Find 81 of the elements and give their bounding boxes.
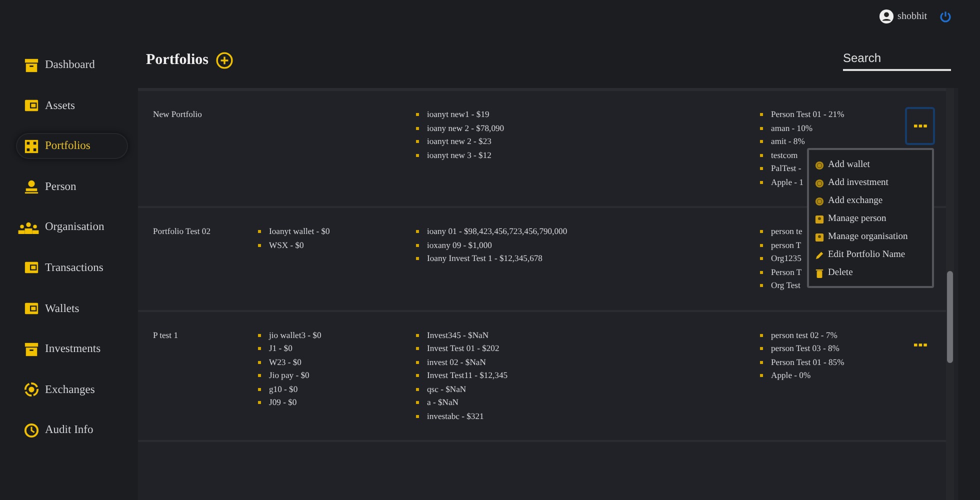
investment-entry: Ioany Invest Test 1 - $12,345,678 xyxy=(427,252,542,265)
sidebar-item[interactable]: Assets xyxy=(16,92,128,119)
wallet-icon xyxy=(24,98,39,114)
sidebar-item[interactable]: Wallets xyxy=(16,296,128,322)
portfolio-name: P test 1 xyxy=(153,330,178,340)
person-share-entry: person T xyxy=(771,238,802,252)
wallet-entry: Jio pay - $0 xyxy=(269,369,310,382)
clock-icon xyxy=(24,422,39,438)
sidebar-item[interactable]: Dashboard xyxy=(16,52,128,78)
menu-item[interactable]: Manage person xyxy=(809,210,932,228)
sidebar-item[interactable]: Transactions xyxy=(16,254,128,281)
investment-entry: Invest Test 01 - $202 xyxy=(427,342,500,355)
menu-item[interactable]: Add investment xyxy=(809,174,932,192)
wallet-entry: J1 - $0 xyxy=(269,342,292,355)
user-avatar-icon xyxy=(878,8,894,24)
wallet-entry: Ioanyt wallet - $0 xyxy=(269,225,330,238)
menu-item[interactable]: Add exchange xyxy=(809,192,932,210)
scrollbar[interactable] xyxy=(946,88,954,500)
person-share-entry: person Test 03 - 8% xyxy=(771,342,840,355)
investment-entry: invest 02 - $NaN xyxy=(427,356,486,368)
menu-item[interactable]: Edit Portfolio Name xyxy=(809,246,932,264)
archive-icon xyxy=(24,58,39,72)
menu-item[interactable]: Add wallet xyxy=(809,156,932,174)
person-share-entry: Person Test 01 - 85% xyxy=(771,356,844,368)
investment-entry: ioanyt new 2 - $23 xyxy=(427,135,492,148)
person-share-entry: Apple - 0% xyxy=(771,369,811,382)
wallet-entry: jio wallet3 - $0 xyxy=(269,328,322,342)
wallet-entry: WSX - $0 xyxy=(269,238,304,252)
contact-card-icon xyxy=(815,214,824,224)
wallet-icon xyxy=(24,301,39,316)
portfolio-name: Portfolio Test 02 xyxy=(153,226,210,236)
investment-entry: a - $NaN xyxy=(427,396,458,409)
person-share-entry: aman - 10% xyxy=(771,122,813,134)
trash-icon xyxy=(815,268,824,278)
power-icon[interactable] xyxy=(939,10,952,22)
wallet-icon xyxy=(24,260,39,276)
person-share-entry: Org Test xyxy=(771,279,800,292)
person-share-entry: Person T xyxy=(771,266,802,278)
person-share-entry: Org1235 xyxy=(771,252,802,265)
people-icon xyxy=(18,220,39,234)
person-share-entry: amit - 8% xyxy=(771,135,805,148)
pencil-icon xyxy=(815,250,824,260)
portfolio-name: New Portfolio xyxy=(153,109,202,119)
contact-card-icon xyxy=(815,232,824,242)
person-share-entry: PalTest - xyxy=(771,162,802,175)
add-icon[interactable] xyxy=(216,52,234,68)
investment-entry: ioany 01 - $98,423,456,723,456,790,000 xyxy=(427,225,568,238)
investment-entry: ioanyt new 3 - $12 xyxy=(427,148,492,162)
coin-exchange-icon xyxy=(24,382,39,398)
sidebar-item[interactable]: Investments xyxy=(16,336,128,362)
investment-entry: qsc - $NaN xyxy=(427,382,466,396)
investment-entry: Invest Test11 - $12,345 xyxy=(427,369,508,382)
person-share-entry: Person Test 01 - 21% xyxy=(771,108,844,121)
person-share-entry: person test 02 - 7% xyxy=(771,328,838,342)
person-share-entry: testcom xyxy=(771,148,798,162)
sidebar-item[interactable]: Organisation xyxy=(16,214,128,240)
page-title: Portfolios xyxy=(146,52,208,68)
sidebar-item[interactable]: Person xyxy=(16,174,128,200)
sidebar-item[interactable]: Audit Info xyxy=(16,417,128,444)
investment-entry: Invest345 - $NaN xyxy=(427,328,489,342)
user-name: shobhit xyxy=(898,10,927,22)
more-icon xyxy=(914,342,926,346)
wallet-entry: g10 - $0 xyxy=(269,382,298,396)
person-icon xyxy=(24,179,39,194)
more-icon xyxy=(914,124,926,128)
wallet-entry: W23 - $0 xyxy=(269,356,302,368)
investment-entry: investabc - $321 xyxy=(427,410,484,422)
menu-item[interactable]: Manage organisation xyxy=(809,228,932,246)
investment-entry: ioxany 09 - $1,000 xyxy=(427,238,492,252)
wallet-entry: J09 - $0 xyxy=(269,396,297,409)
search-field[interactable]: Search xyxy=(843,49,951,71)
more-button[interactable] xyxy=(905,107,935,145)
archive-icon xyxy=(24,342,39,357)
investment-entry: ioany new 2 - $78,090 xyxy=(427,122,504,135)
investment-entry: ioanyt new1 - $19 xyxy=(427,108,490,121)
person-share-entry: person te xyxy=(771,225,802,238)
person-share-entry: Apple - 1 xyxy=(771,176,804,189)
sidebar-item[interactable]: Portfolios xyxy=(16,133,128,160)
sidebar-item[interactable]: Exchanges xyxy=(16,376,128,403)
grid-icon xyxy=(24,138,39,154)
menu-item[interactable]: Delete xyxy=(809,264,932,282)
